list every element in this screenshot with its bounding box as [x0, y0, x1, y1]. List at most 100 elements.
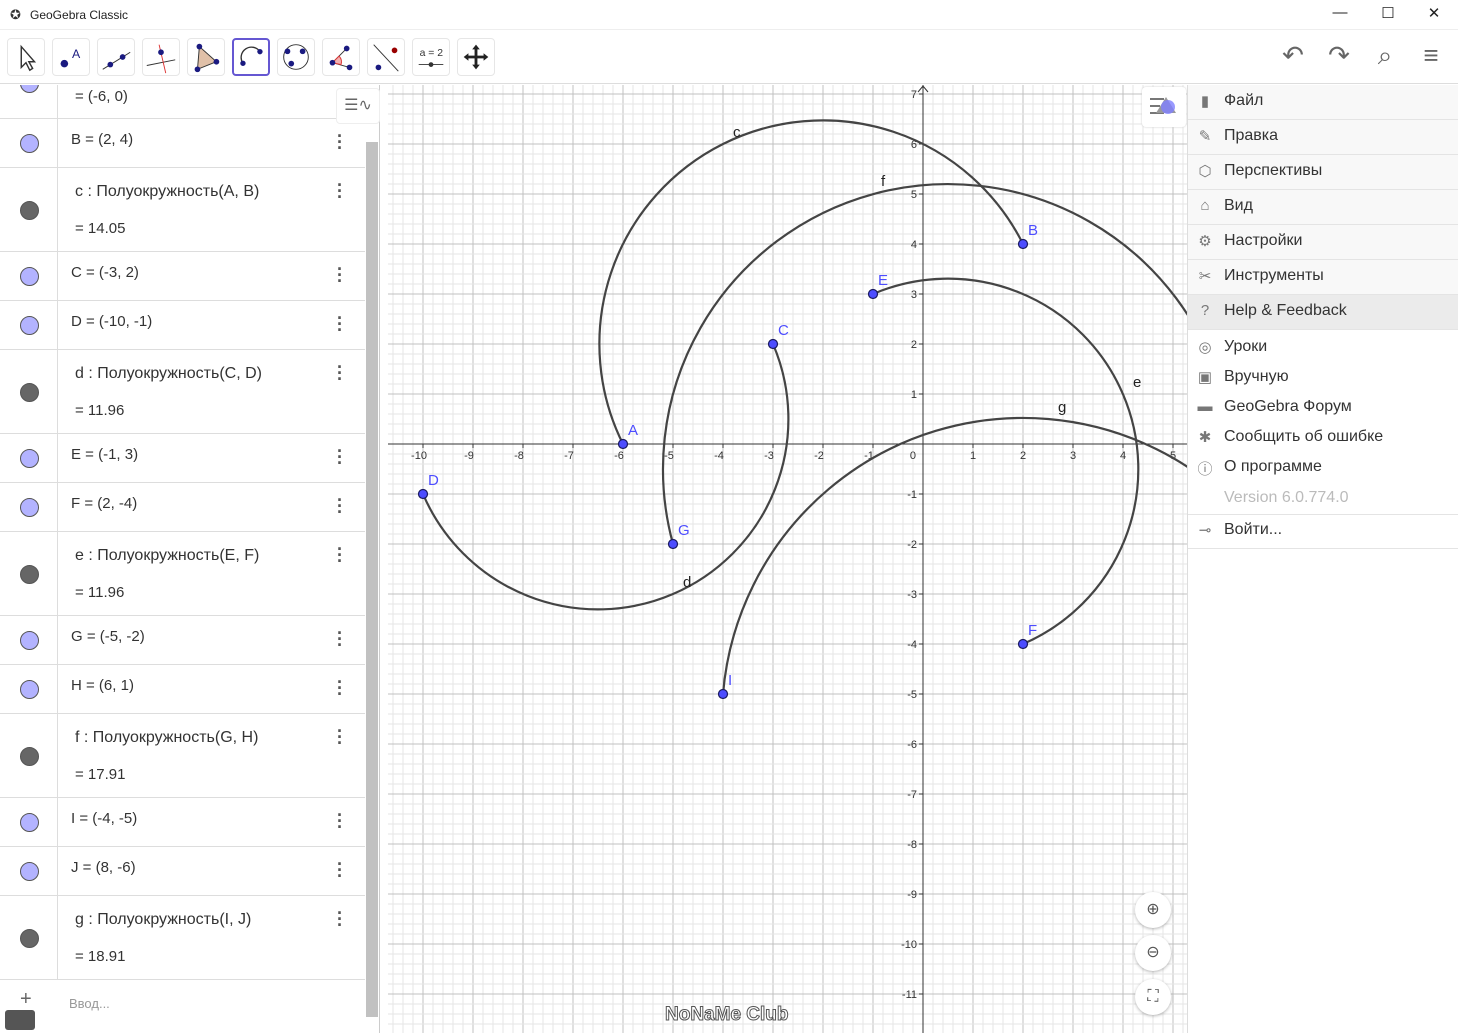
algebra-row-point[interactable]: = (-6, 0)	[0, 85, 365, 119]
visibility-toggle[interactable]	[20, 929, 39, 948]
algebra-definition[interactable]: c : Полуокружность(A, B)	[75, 183, 259, 201]
redo-button[interactable]: ↷	[1322, 40, 1356, 74]
zoom-in-button[interactable]: ⊕	[1135, 892, 1171, 928]
menu-item-gear[interactable]: ⚙ Настройки	[1188, 225, 1458, 260]
algebra-definition[interactable]: d : Полуокружность(C, D)	[75, 365, 262, 383]
move-graphics-view-tool-button[interactable]	[457, 38, 495, 76]
algebra-row-point[interactable]: I = (-4, -5) · · ·	[0, 798, 365, 847]
menu-item-perspectives[interactable]: ⬡ Перспективы	[1188, 155, 1458, 190]
point-D[interactable]	[417, 488, 429, 500]
slider-tool-button[interactable]: a = 2	[412, 38, 450, 76]
algebra-definition[interactable]: G = (-5, -2)	[71, 628, 145, 645]
algebra-definition[interactable]: f : Полуокружность(G, H)	[75, 729, 258, 747]
visibility-toggle[interactable]	[20, 383, 39, 402]
more-options-icon[interactable]: · · ·	[333, 806, 347, 836]
visibility-toggle[interactable]	[20, 813, 39, 832]
menu-item-tools[interactable]: ✂ Инструменты	[1188, 260, 1458, 295]
point-F[interactable]	[1017, 638, 1029, 650]
more-options-icon[interactable]: · · ·	[333, 722, 347, 752]
angle-tool-button[interactable]	[322, 38, 360, 76]
polygon-tool-button[interactable]	[187, 38, 225, 76]
algebra-row-semicircle[interactable]: e : Полуокружность(E, F) = 11.96 · · ·	[0, 532, 365, 616]
keyboard-icon[interactable]	[5, 1010, 35, 1030]
undo-button[interactable]: ↶	[1276, 40, 1310, 74]
semicircle-tool-button[interactable]	[232, 38, 270, 76]
algebra-scrollbar[interactable]	[366, 142, 378, 1017]
visibility-toggle[interactable]	[20, 862, 39, 881]
more-options-icon[interactable]: · · ·	[333, 624, 347, 654]
algebra-style-bar-button[interactable]: ☰∿	[336, 88, 380, 124]
more-options-icon[interactable]: · · ·	[333, 904, 347, 934]
algebra-row-point[interactable]: H = (6, 1) · · ·	[0, 665, 365, 714]
menu-subitem-info[interactable]: ⓘ О программе	[1188, 453, 1458, 483]
algebra-row-point[interactable]: D = (-10, -1) · · ·	[0, 301, 365, 350]
visibility-toggle[interactable]	[20, 680, 39, 699]
more-options-icon[interactable]: · · ·	[333, 358, 347, 388]
algebra-definition[interactable]: C = (-3, 2)	[71, 264, 139, 281]
reflect-tool-button[interactable]	[367, 38, 405, 76]
point-B[interactable]	[1017, 238, 1029, 250]
algebra-definition[interactable]: F = (2, -4)	[71, 495, 137, 512]
visibility-toggle[interactable]	[20, 201, 39, 220]
algebra-definition[interactable]: I = (-4, -5)	[71, 810, 137, 827]
visibility-toggle[interactable]	[20, 267, 39, 286]
algebra-row-semicircle[interactable]: g : Полуокружность(I, J) = 18.91 · · ·	[0, 896, 365, 980]
point-C[interactable]	[767, 338, 779, 350]
more-options-icon[interactable]: · · ·	[333, 176, 347, 206]
menu-button[interactable]: ≡	[1414, 40, 1448, 74]
algebra-definition[interactable]: J = (8, -6)	[71, 859, 136, 876]
more-options-icon[interactable]: · · ·	[333, 540, 347, 570]
more-options-icon[interactable]: · · ·	[333, 673, 347, 703]
algebra-row-point[interactable]: E = (-1, 3) · · ·	[0, 434, 365, 483]
visibility-toggle[interactable]	[20, 134, 39, 153]
more-options-icon[interactable]: · · ·	[333, 491, 347, 521]
more-options-icon[interactable]: · · ·	[333, 260, 347, 290]
search-button[interactable]: ⌕	[1368, 40, 1402, 74]
graphics-view[interactable]: -10 -9 -8 -7 -6 -5 -4 -3 -2 -1 1 2 3 4 5 7 6 5 4 3 2 1 -1 -2 -3-…	[388, 85, 1188, 1033]
zoom-out-button[interactable]: ⊖	[1135, 935, 1171, 971]
algebra-definition[interactable]: e : Полуокружность(E, F)	[75, 547, 259, 565]
more-options-icon[interactable]: · · ·	[333, 442, 347, 472]
visibility-toggle[interactable]	[20, 449, 39, 468]
graphics-style-bar-button[interactable]	[1142, 87, 1186, 127]
circle-through-3-points-tool-button[interactable]	[277, 38, 315, 76]
visibility-toggle[interactable]	[20, 631, 39, 650]
visibility-toggle[interactable]	[20, 747, 39, 766]
algebra-row-point[interactable]: C = (-3, 2) · · ·	[0, 252, 365, 301]
visibility-toggle[interactable]	[20, 498, 39, 517]
more-options-icon[interactable]: · · ·	[333, 309, 347, 339]
algebra-row-point[interactable]: B = (2, 4) · · ·	[0, 119, 365, 168]
point-A[interactable]	[617, 438, 629, 450]
algebra-definition[interactable]: D = (-10, -1)	[71, 313, 152, 330]
algebra-row-semicircle[interactable]: d : Полуокружность(C, D) = 11.96 · · ·	[0, 350, 365, 434]
maximize-button[interactable]: ☐	[1368, 4, 1408, 26]
menu-subitem-tutorials[interactable]: ◎ Уроки	[1188, 333, 1458, 363]
point-G[interactable]	[667, 538, 679, 550]
point-I[interactable]	[717, 688, 729, 700]
algebra-row-semicircle[interactable]: f : Полуокружность(G, H) = 17.91 · · ·	[0, 714, 365, 798]
close-button[interactable]: ✕	[1414, 4, 1454, 26]
menu-subitem-bug[interactable]: ✱ Сообщить об ошибке	[1188, 423, 1458, 453]
algebra-row-point[interactable]: J = (8, -6) · · ·	[0, 847, 365, 896]
line-tool-button[interactable]	[97, 38, 135, 76]
fullscreen-button[interactable]: ⛶	[1135, 979, 1171, 1015]
perpendicular-line-tool-button[interactable]	[142, 38, 180, 76]
menu-item-file[interactable]: ▮ Файл	[1188, 85, 1458, 120]
algebra-definition[interactable]: B = (2, 4)	[71, 131, 133, 148]
algebra-row-point[interactable]: F = (2, -4) · · ·	[0, 483, 365, 532]
algebra-definition[interactable]: g : Полуокружность(I, J)	[75, 911, 251, 929]
algebra-row-point[interactable]: G = (-5, -2) · · ·	[0, 616, 365, 665]
menu-item-home[interactable]: ⌂ Вид	[1188, 190, 1458, 225]
point-E[interactable]	[867, 288, 879, 300]
more-options-icon[interactable]: · · ·	[333, 855, 347, 885]
visibility-toggle[interactable]	[20, 565, 39, 584]
move-tool-button[interactable]	[7, 38, 45, 76]
algebra-definition[interactable]: H = (6, 1)	[71, 677, 134, 694]
menu-item-help[interactable]: ? Help & Feedback	[1188, 295, 1458, 330]
more-options-icon[interactable]: · · ·	[333, 127, 347, 157]
visibility-toggle[interactable]	[20, 316, 39, 335]
algebra-input[interactable]: Ввод...	[69, 996, 110, 1011]
algebra-input-row[interactable]: + Ввод...	[0, 980, 365, 1033]
algebra-row-semicircle[interactable]: c : Полуокружность(A, B) = 14.05 · · ·	[0, 168, 365, 252]
algebra-definition[interactable]: E = (-1, 3)	[71, 446, 138, 463]
